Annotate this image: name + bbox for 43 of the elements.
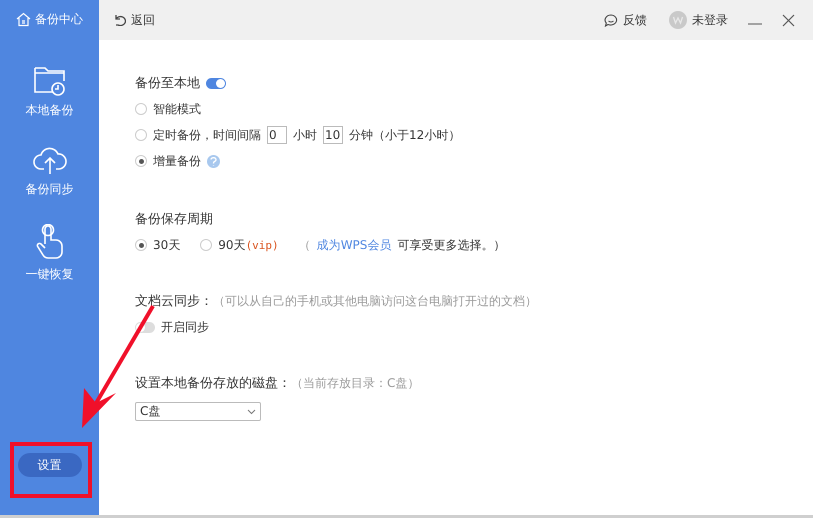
- chat-bubble-icon: [604, 14, 618, 26]
- radio-button[interactable]: [135, 103, 147, 115]
- option-label: 定时备份，时间间隔: [153, 126, 261, 144]
- radio-button[interactable]: [135, 129, 147, 141]
- sidebar-item[interactable]: 备份同步: [26, 181, 74, 198]
- hours-field[interactable]: 0: [267, 126, 287, 144]
- section-title: 备份保存周期: [135, 211, 213, 228]
- section-hint: （当前存放目录：C盘）: [291, 374, 420, 392]
- section-title: 文档云同步：: [135, 293, 213, 310]
- disk-dropdown[interactable]: C盘: [135, 402, 261, 421]
- unit-label: 分钟（小于12小时）: [349, 126, 460, 144]
- undo-icon: [113, 14, 126, 26]
- note-bracket: （: [298, 236, 311, 254]
- toggle-label: 开启同步: [161, 318, 209, 336]
- toggle-switch[interactable]: [206, 78, 226, 88]
- section-title: 备份至本地: [135, 75, 200, 92]
- cloud-upload-icon: [32, 145, 68, 175]
- member-link[interactable]: 成为WPS会员: [316, 236, 392, 254]
- unit-label: 小时: [293, 126, 317, 144]
- login-button[interactable]: 未登录: [669, 11, 728, 29]
- section-title: 设置本地备份存放的磁盘：: [135, 375, 291, 392]
- option-label: 30天: [153, 236, 180, 254]
- option-label: 增量备份: [153, 152, 201, 170]
- sidebar-item[interactable]: 本地备份: [26, 102, 74, 119]
- home-icon: [16, 12, 31, 26]
- hand-pointer-icon: [34, 224, 66, 260]
- sidebar-item[interactable]: 一键恢复: [26, 266, 74, 283]
- back-button[interactable]: 返回: [113, 12, 155, 28]
- radio-button[interactable]: [200, 239, 212, 251]
- section-hint: （可以从自己的手机或其他电脑访问这台电脑打开过的文档）: [213, 292, 537, 310]
- radio-button[interactable]: [135, 155, 147, 167]
- radio-button[interactable]: [135, 239, 147, 251]
- app-title: 备份中心: [35, 10, 83, 28]
- feedback-button[interactable]: 反馈: [604, 12, 647, 28]
- settings-button[interactable]: 设置: [18, 453, 82, 477]
- note-text: 可享受更多选择。）: [397, 236, 506, 254]
- option-label: 智能模式: [153, 100, 201, 118]
- close-icon[interactable]: [782, 14, 795, 26]
- folder-clock-icon: [32, 64, 66, 96]
- option-label: 90天(vip): [218, 236, 279, 254]
- minutes-field[interactable]: 10: [323, 126, 343, 144]
- chevron-down-icon: [247, 408, 256, 414]
- avatar-icon: [669, 11, 687, 29]
